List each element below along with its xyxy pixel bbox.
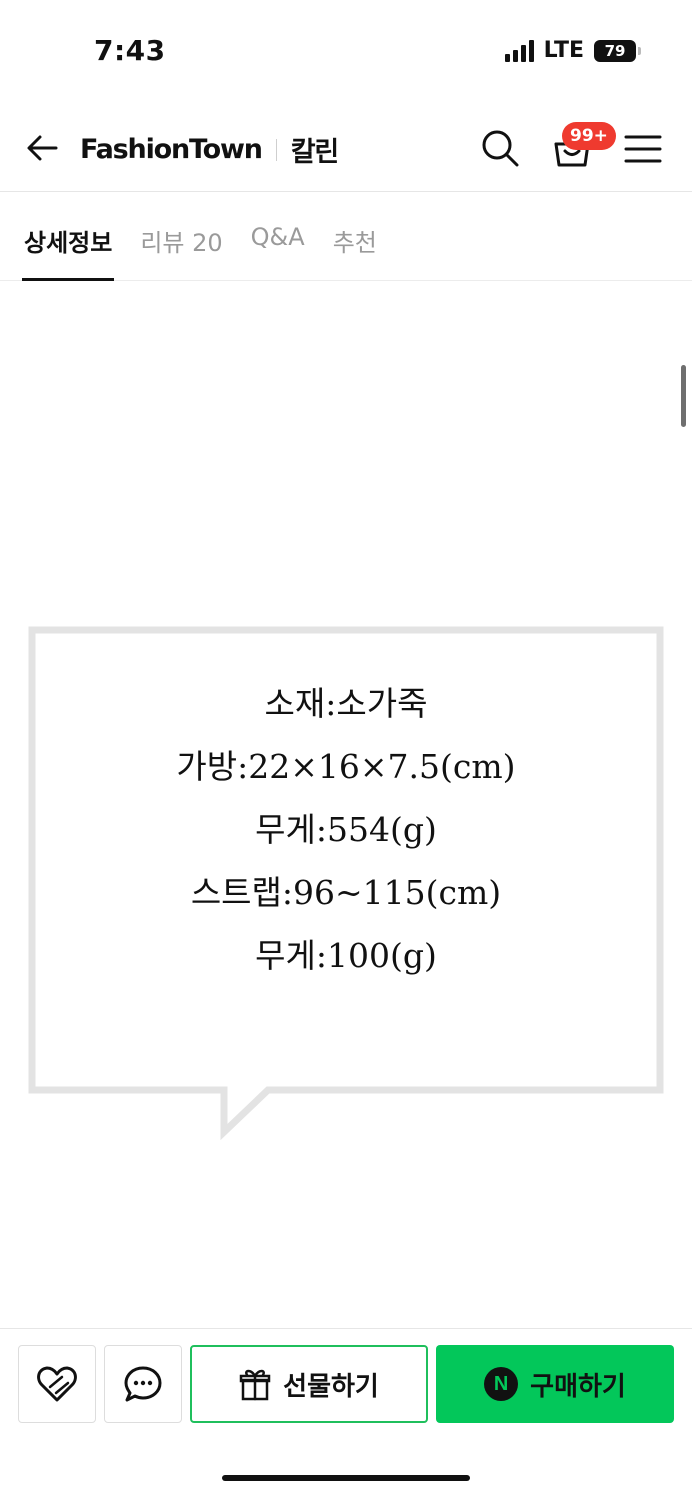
network-label: LTE [543,38,584,63]
brand-area[interactable]: FashionTown 칼린 [80,130,339,169]
search-button[interactable] [480,128,520,168]
naver-pay-logo: N [484,1367,519,1401]
detail-tabs: 상세정보 리뷰 20 Q&A 추천 [0,193,692,281]
signal-icon [504,39,534,62]
back-arrow-icon [27,135,58,161]
spec-material: 소재:소가죽 [264,684,428,723]
inquiry-button[interactable] [104,1345,182,1423]
gift-icon [239,1369,271,1401]
tab-qna[interactable]: Q&A [251,193,305,281]
spec-strap-length: 스트랩:96~115(cm) [190,873,502,912]
menu-button[interactable] [624,134,662,164]
heart-icon [37,1366,77,1402]
chat-icon [124,1366,162,1402]
gift-button[interactable]: 선물하기 [190,1345,428,1423]
product-spec-box: 소재:소가죽 가방:22×16×7.5(cm) 무게:554(g) 스트랩:96… [0,620,692,1140]
battery-icon: 79 [594,39,641,62]
wishlist-button[interactable] [18,1345,96,1423]
spec-bag-weight: 무게:554(g) [255,810,437,849]
status-time: 7:43 [94,34,166,67]
back-button[interactable] [24,130,60,166]
tab-recommend[interactable]: 추천 [333,193,377,281]
tab-reviews[interactable]: 리뷰 20 [140,193,222,281]
menu-icon [624,135,662,163]
status-bar: 7:43 LTE 79 [0,0,692,100]
gift-button-label: 선물하기 [283,1371,379,1402]
brand-divider [275,138,277,161]
buy-button-label: 구매하기 [530,1371,626,1402]
purchase-bar: 선물하기 N 구매하기 [0,1328,692,1500]
cart-count-badge: 99+ [562,122,616,150]
brand-name: FashionTown [80,134,263,165]
scrollbar[interactable] [681,365,686,427]
status-indicators: LTE 79 [504,38,641,63]
tab-details[interactable]: 상세정보 [21,193,115,281]
search-icon [482,130,519,167]
battery-level: 79 [604,41,626,60]
spec-list: 소재:소가죽 가방:22×16×7.5(cm) 무게:554(g) 스트랩:96… [30,672,662,987]
home-indicator [222,1475,470,1481]
buy-button[interactable]: N 구매하기 [436,1345,674,1423]
store-name: 칼린 [290,137,339,168]
spec-strap-weight: 무게:100(g) [255,936,437,975]
spec-bag-size: 가방:22×16×7.5(cm) [176,747,516,786]
